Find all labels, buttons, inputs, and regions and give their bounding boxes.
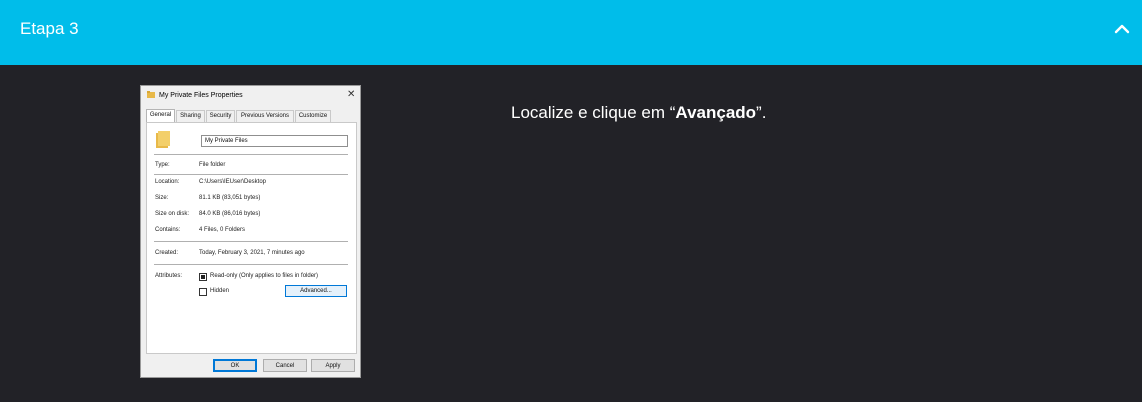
tab-sharing: Sharing (176, 110, 205, 122)
instruction-text-before: Localize e clique em “ (511, 103, 676, 122)
tab-general: General (146, 109, 175, 122)
readonly-label: Read-only (Only applies to files in fold… (210, 273, 319, 279)
advanced-button: Advanced... (285, 285, 347, 297)
general-panel: My Private Files Type: File folder Locat… (146, 122, 357, 354)
contains-value: 4 Files, 0 Folders (199, 227, 246, 233)
size-on-disk-value: 84.0 KB (86,016 bytes) (199, 211, 261, 217)
contains-label: Contains: (155, 227, 181, 233)
properties-dialog-screenshot: My Private Files Properties ✕ General Sh… (140, 85, 361, 378)
readonly-checkbox (199, 273, 207, 281)
divider (154, 264, 348, 265)
size-value: 81.1 KB (83,051 bytes) (199, 195, 261, 201)
folder-name-field: My Private Files (201, 135, 348, 147)
attributes-label: Attributes: (155, 273, 183, 279)
step-title: Etapa 3 (20, 19, 79, 38)
size-label: Size: (155, 195, 169, 201)
size-on-disk-label: Size on disk: (155, 211, 190, 217)
created-label: Created: (155, 250, 179, 256)
created-value: Today, February 3, 2021, 7 minutes ago (199, 250, 305, 256)
step-instruction: Localize e clique em “Avançado”. (511, 103, 766, 123)
cancel-button: Cancel (263, 359, 307, 372)
divider (154, 154, 348, 155)
divider (154, 174, 348, 175)
dialog-title: My Private Files Properties (159, 92, 243, 99)
type-value: File folder (199, 162, 226, 168)
step-header[interactable]: Etapa 3 (0, 0, 1142, 65)
tab-previous-versions: Previous Versions (236, 110, 294, 122)
tab-security: Security (206, 110, 235, 122)
chevron-up-icon[interactable] (1114, 21, 1130, 37)
tab-customize: Customize (295, 110, 331, 122)
instruction-text-after: ”. (756, 103, 767, 122)
location-value: C:\Users\IEUser\Desktop (199, 179, 267, 185)
type-label: Type: (155, 162, 170, 168)
apply-button: Apply (311, 359, 355, 372)
instruction-highlight: Avançado (675, 103, 757, 122)
hidden-checkbox (199, 288, 207, 296)
folder-icon (147, 91, 155, 98)
hidden-label: Hidden (210, 288, 230, 294)
folder-icon (156, 131, 170, 148)
location-label: Location: (155, 179, 180, 185)
close-icon: ✕ (347, 89, 356, 100)
divider (154, 241, 348, 242)
ok-button: OK (213, 359, 257, 372)
